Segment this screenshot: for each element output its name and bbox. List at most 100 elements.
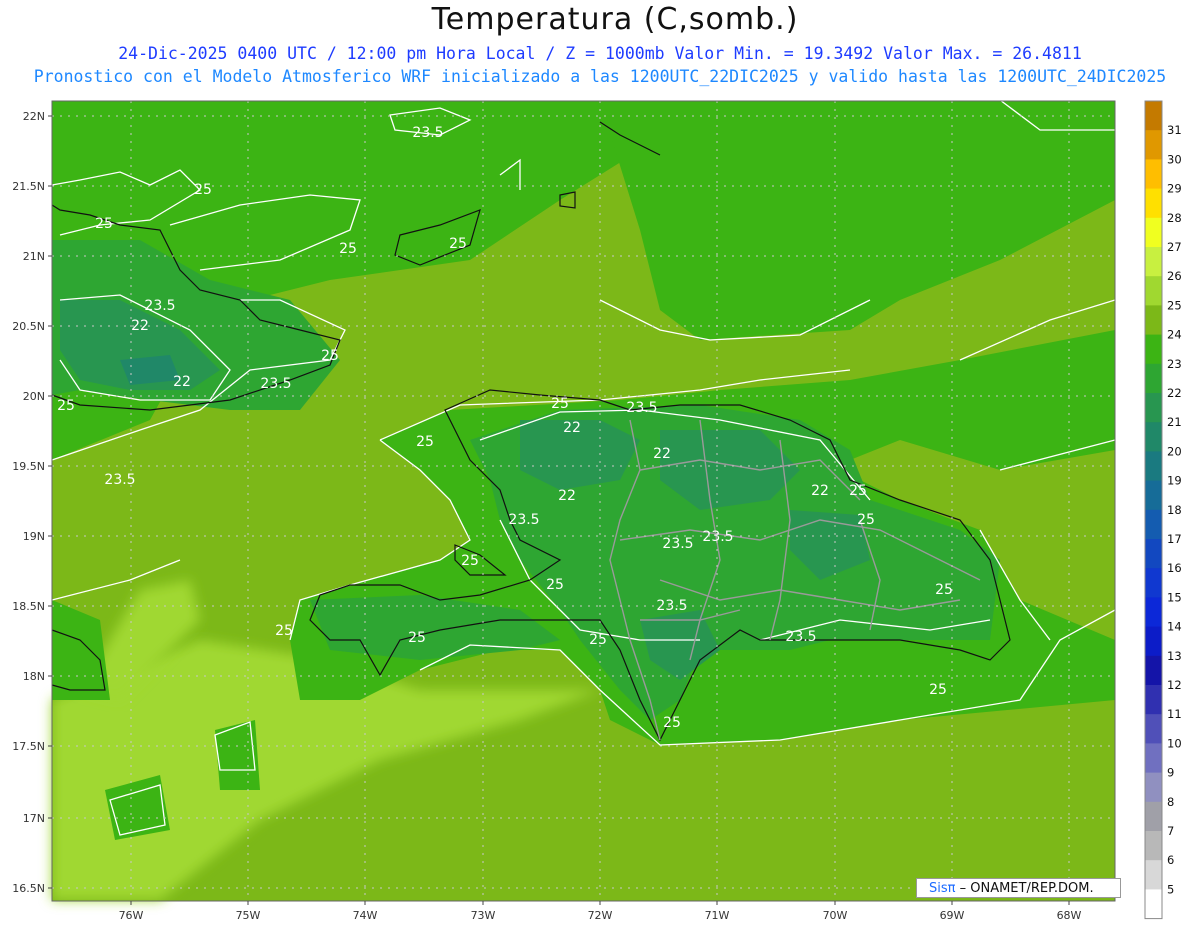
colorbar-swatch	[1145, 772, 1162, 803]
colorbar-swatch	[1145, 422, 1162, 452]
contour-label: 23.5	[144, 298, 175, 314]
colorbar-swatch	[1145, 509, 1162, 540]
colorbar-label: 6	[1167, 853, 1174, 867]
contour-label: 23.5	[662, 536, 693, 552]
colorbar-label: 28	[1167, 211, 1182, 225]
colorbar-label: 18	[1167, 503, 1182, 517]
credit-text: – ONAMET/REP.DOM.	[955, 881, 1094, 896]
lon-label: 68W	[1057, 909, 1082, 922]
sispi-logo: Sisπ	[929, 881, 956, 896]
colorbar-swatch	[1145, 860, 1162, 890]
lon-label: 73W	[471, 909, 496, 922]
colorbar-swatch	[1145, 305, 1162, 336]
colorbar-swatch	[1145, 626, 1162, 657]
contour-label: 22	[563, 420, 581, 436]
colorbar-label: 9	[1167, 766, 1174, 780]
colorbar-swatch	[1145, 655, 1162, 686]
contour-label: 25	[95, 216, 113, 232]
contour-label: 25	[449, 236, 467, 252]
colorbar-swatch	[1145, 831, 1162, 861]
contour-label: 23.5	[260, 376, 291, 392]
lon-label: 74W	[353, 909, 378, 922]
lat-label: 17.5N	[12, 740, 45, 753]
contour-label: 23.5	[785, 629, 816, 645]
colorbar-label: 5	[1167, 882, 1174, 896]
lat-label: 22N	[23, 110, 45, 123]
lon-label: 70W	[823, 909, 848, 922]
colorbar-swatch	[1145, 217, 1162, 248]
colorbar-swatch	[1145, 276, 1162, 306]
lat-label: 19N	[23, 530, 45, 543]
lon-axis: 76W 75W 74W 73W 72W 71W 70W 69W 68W	[119, 901, 1082, 922]
colorbar-label: 22	[1167, 386, 1182, 400]
colorbar-label: 14	[1167, 620, 1182, 634]
colorbar-swatch	[1145, 597, 1162, 628]
colorbar-swatch	[1145, 889, 1162, 920]
colorbar-label: 31	[1167, 123, 1182, 137]
colorbar-label: 29	[1167, 182, 1182, 196]
colorbar-swatch	[1145, 101, 1162, 131]
colorbar-swatch	[1145, 159, 1162, 190]
colorbar: 31 30 29 28 27 26 25 24 23 22 21 20 19 18 17 16 15 14 13 12…	[1144, 100, 1182, 920]
contour-label: 25	[551, 396, 569, 412]
colorbar-label: 24	[1167, 328, 1182, 342]
colorbar-label: 21	[1167, 415, 1182, 429]
colorbar-label: 19	[1167, 474, 1182, 488]
credit-box: Sisπ – ONAMET/REP.DOM.	[916, 878, 1121, 898]
contour-label: 25	[57, 398, 75, 414]
colorbar-swatch	[1145, 188, 1162, 219]
colorbar-label: 27	[1167, 240, 1182, 254]
contour-label: 25	[408, 630, 426, 646]
colorbar-label: 26	[1167, 269, 1182, 283]
contour-label: 23.5	[508, 512, 539, 528]
colorbar-label: 20	[1167, 444, 1182, 458]
colorbar-label: 11	[1167, 707, 1182, 721]
lon-label: 75W	[236, 909, 261, 922]
colorbar-label: 25	[1167, 298, 1182, 312]
colorbar-label: 12	[1167, 678, 1182, 692]
contour-label: 25	[589, 632, 607, 648]
contour-label: 25	[663, 715, 681, 731]
contour-label: 25	[935, 582, 953, 598]
colorbar-swatch	[1145, 801, 1162, 832]
colorbar-swatch	[1145, 363, 1162, 394]
contour-label: 25	[339, 241, 357, 257]
colorbar-swatch	[1145, 568, 1162, 598]
lat-label: 19.5N	[12, 460, 45, 473]
lat-label: 17N	[23, 812, 45, 825]
colorbar-label: 16	[1167, 561, 1182, 575]
lon-label: 72W	[588, 909, 613, 922]
contour-label: 23.5	[626, 400, 657, 416]
lon-label: 69W	[940, 909, 965, 922]
lon-label: 71W	[705, 909, 730, 922]
contour-label: 22	[811, 483, 829, 499]
lat-label: 21N	[23, 250, 45, 263]
colorbar-label: 13	[1167, 649, 1182, 663]
lon-label: 76W	[119, 909, 144, 922]
colorbar-label: 15	[1167, 590, 1182, 604]
contour-label: 22	[558, 488, 576, 504]
map-field	[52, 101, 1115, 901]
contour-label: 25	[194, 182, 212, 198]
contour-label: 25	[461, 553, 479, 569]
colorbar-swatch	[1145, 539, 1162, 569]
colorbar-swatch	[1145, 130, 1162, 160]
contour-label: 22	[653, 446, 671, 462]
contour-label: 25	[416, 434, 434, 450]
contour-label: 25	[929, 682, 947, 698]
contour-label: 25	[546, 577, 564, 593]
colorbar-label: 10	[1167, 736, 1182, 750]
colorbar-swatch	[1145, 334, 1162, 365]
colorbar-swatch	[1145, 714, 1162, 744]
colorbar-swatch	[1145, 743, 1162, 774]
colorbar-label: 30	[1167, 152, 1182, 166]
colorbar-label: 17	[1167, 532, 1182, 546]
lat-label: 18.5N	[12, 600, 45, 613]
colorbar-swatch	[1145, 393, 1162, 423]
contour-label: 25	[857, 512, 875, 528]
contour-label: 23.5	[702, 529, 733, 545]
contour-label: 25	[321, 348, 339, 364]
contour-label: 23.5	[412, 125, 443, 141]
contour-label: 25	[849, 483, 867, 499]
colorbar-swatch	[1145, 685, 1162, 715]
